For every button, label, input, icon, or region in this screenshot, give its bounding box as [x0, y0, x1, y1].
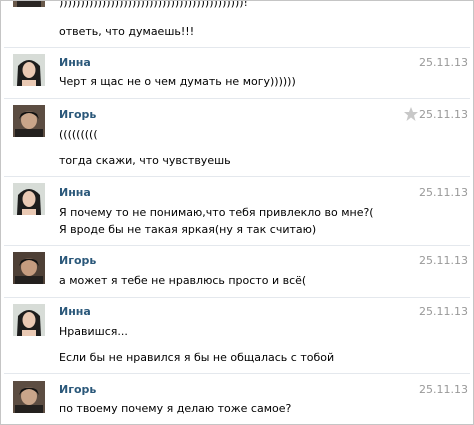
message-text: по твоему почему я делаю тоже самое? [59, 402, 292, 415]
star-icon[interactable] [403, 106, 419, 122]
avatar-igor[interactable] [13, 252, 45, 284]
message-separator [4, 245, 470, 246]
message-separator [4, 373, 470, 374]
message-author[interactable]: Инна [59, 56, 91, 70]
avatar-inna[interactable] [13, 304, 45, 336]
message-author[interactable]: Игорь [59, 383, 96, 397]
message-text: Если бы не нравился я бы не общалась с т… [59, 351, 335, 364]
avatar-igor[interactable] [13, 105, 45, 137]
message-separator [4, 98, 470, 99]
message-date[interactable]: 25.11.13 [419, 56, 468, 70]
message-date[interactable]: 25.11.13 [419, 254, 468, 268]
message-text: ))))))))))))))))))))))))))))))))))))))))… [59, 0, 248, 9]
message-text: Я почему то не понимаю,что тебя привлекл… [59, 206, 374, 219]
avatar-inna[interactable] [13, 183, 45, 215]
message-author[interactable]: Игорь [59, 254, 96, 268]
message-separator [4, 297, 470, 298]
message-separator [4, 47, 470, 48]
message-text: ответь, что думаешь!!! [59, 25, 195, 38]
message-date[interactable]: 25.11.13 [419, 383, 468, 397]
message-text: тогда скажи, что чувствуешь [59, 154, 231, 167]
message-date[interactable]: 25.11.13 [419, 186, 468, 200]
avatar-igor[interactable] [13, 381, 45, 413]
message-separator [4, 176, 470, 177]
avatar-igor[interactable] [13, 1, 45, 7]
message-text: Я вроде бы не такая яркая(ну я так счита… [59, 223, 317, 236]
message-author[interactable]: Игорь [59, 108, 96, 122]
avatar-inna[interactable] [13, 54, 45, 86]
message-text: а может я тебе не нравлюсь просто и всё( [59, 274, 307, 287]
message-date[interactable]: 25.11.13 [419, 108, 468, 122]
message-text: ((((((((( [59, 128, 98, 141]
message-author[interactable]: Инна [59, 305, 91, 319]
message-text: Нравишся... [59, 325, 128, 338]
message-date[interactable]: 25.11.13 [419, 305, 468, 319]
message-author[interactable]: Инна [59, 186, 91, 200]
message-text: Черт я щас не о чем думать не могу)))))) [59, 75, 296, 88]
dialog-history: ))))))))))))))))))))))))))))))))))))))))… [0, 0, 474, 425]
